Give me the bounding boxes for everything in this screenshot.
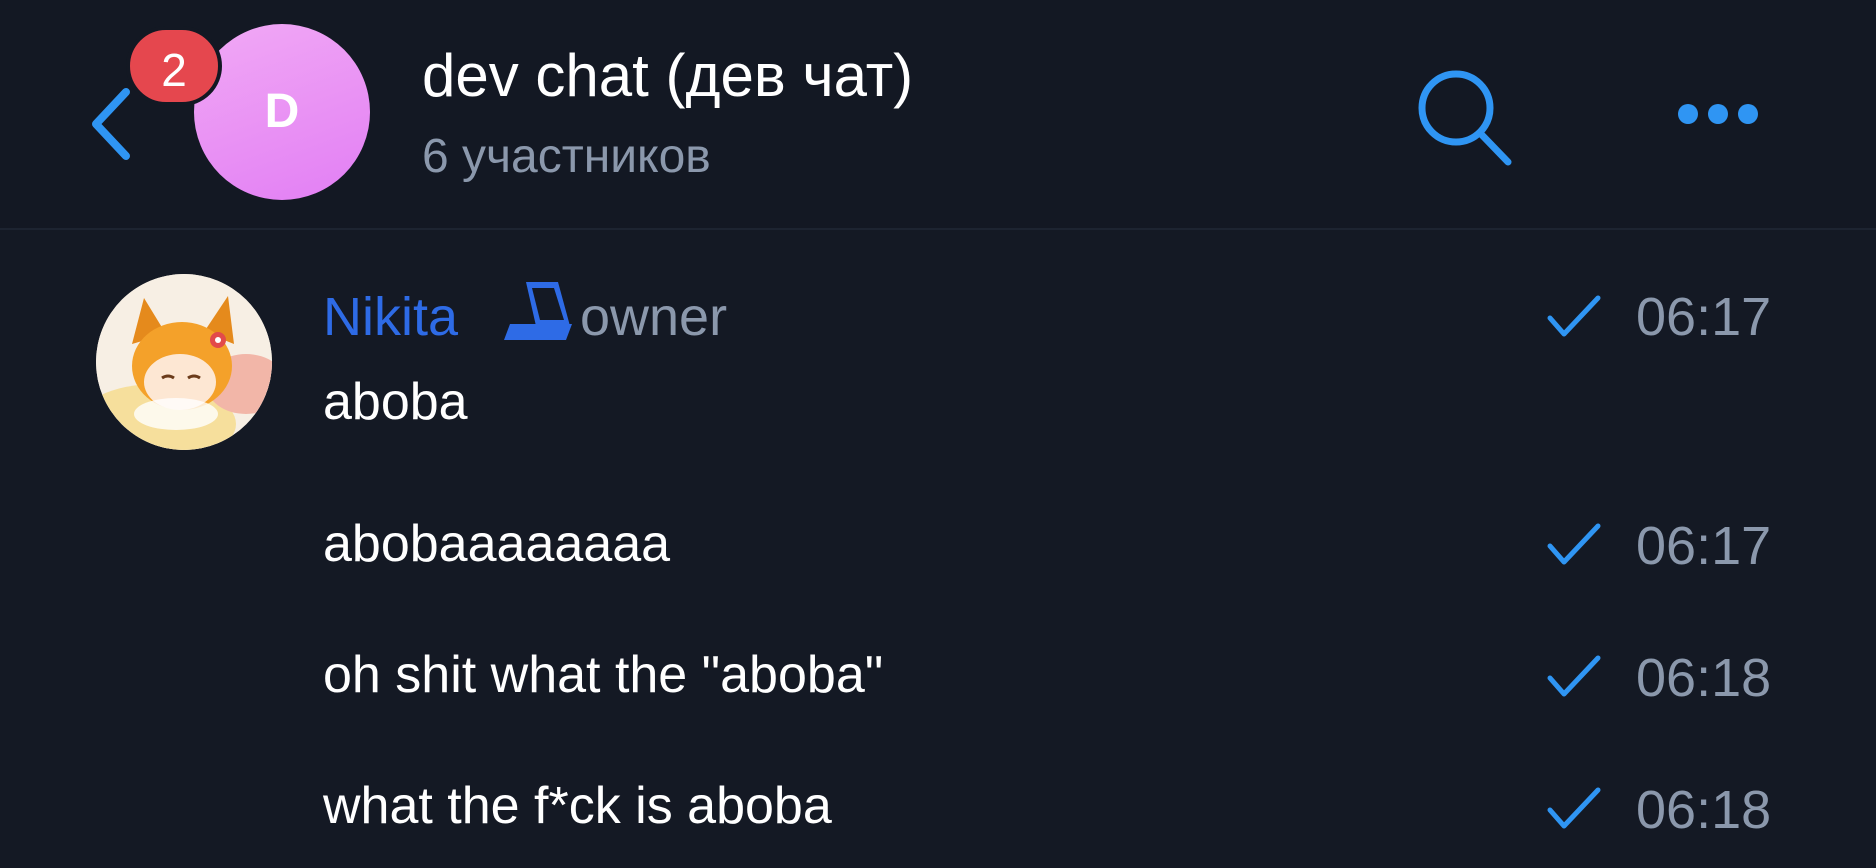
message-time: 06:17 <box>1636 516 1772 576</box>
message-text[interactable]: aboba <box>323 370 468 434</box>
more-options-button[interactable] <box>1672 94 1762 134</box>
group-avatar-letter: D <box>264 85 300 138</box>
user-avatar[interactable] <box>96 274 272 450</box>
unread-badge: 2 <box>126 26 222 106</box>
message-text[interactable]: abobaaaaaaaa <box>323 512 670 576</box>
message-time: 06:18 <box>1636 648 1772 708</box>
sender-role: owner <box>580 287 728 347</box>
search-icon <box>1418 70 1512 166</box>
chat-header: D 2 dev chat (дев чат) 6 участников <box>0 0 1876 230</box>
more-dot-icon <box>1738 104 1758 124</box>
message-time: 06:18 <box>1636 780 1772 840</box>
more-dot-icon <box>1678 104 1698 124</box>
chevron-left-icon <box>92 88 130 160</box>
more-dot-icon <box>1708 104 1728 124</box>
anime-fox-girl-avatar-image <box>96 274 272 450</box>
group-avatar[interactable]: D <box>194 24 370 200</box>
chat-title[interactable]: dev chat (дев чат) <box>422 38 913 114</box>
message-time: 06:17 <box>1636 287 1772 347</box>
laptop-icon <box>504 282 572 340</box>
sent-check-icon <box>1547 523 1601 565</box>
message-text[interactable]: oh shit what the "aboba" <box>323 643 883 707</box>
search-button[interactable] <box>1412 66 1516 170</box>
sent-check-icon <box>1547 655 1601 697</box>
sent-check-icon <box>1547 295 1601 337</box>
member-count: 6 участников <box>422 130 711 183</box>
chat-screen: D 2 dev chat (дев чат) 6 участников Niki… <box>0 0 1876 868</box>
sent-check-icon <box>1547 787 1601 829</box>
sender-name[interactable]: Nikita <box>323 285 458 349</box>
message-text[interactable]: what the f*ck is aboba <box>323 774 832 838</box>
